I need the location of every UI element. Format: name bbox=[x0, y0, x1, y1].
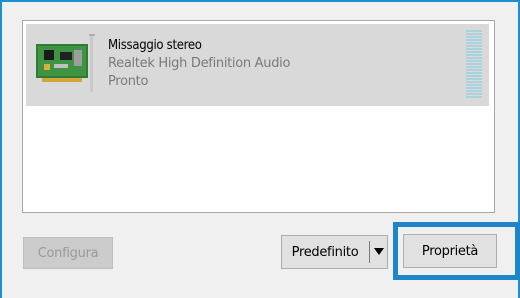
level-meter-segment bbox=[466, 69, 482, 71]
level-meter-segment bbox=[466, 75, 482, 77]
properties-button[interactable]: Proprietà bbox=[403, 234, 497, 268]
device-description: Realtek High Definition Audio bbox=[108, 56, 291, 71]
level-meter-segment bbox=[466, 33, 482, 35]
device-status: Pronto bbox=[108, 74, 149, 89]
device-list-item[interactable]: Missaggio stereo Realtek High Definition… bbox=[26, 24, 489, 106]
level-meter-segment bbox=[466, 45, 482, 47]
level-meter-segment bbox=[466, 39, 482, 41]
device-name: Missaggio stereo bbox=[108, 38, 202, 53]
level-meter-segment bbox=[466, 42, 482, 44]
set-default-button[interactable]: Predefinito bbox=[282, 236, 368, 268]
level-meter-segment bbox=[466, 96, 482, 98]
level-meter-segment bbox=[466, 30, 482, 32]
level-meter-segment bbox=[466, 84, 482, 86]
dropdown-arrow-icon[interactable] bbox=[371, 236, 387, 268]
level-meter-segment bbox=[466, 36, 482, 38]
recording-device-list[interactable]: Missaggio stereo Realtek High Definition… bbox=[22, 20, 495, 213]
level-meter-segment bbox=[466, 63, 482, 65]
level-meter bbox=[464, 30, 484, 100]
level-meter-segment bbox=[466, 54, 482, 56]
level-meter-segment bbox=[466, 72, 482, 74]
sound-dialog-recording-tab: Missaggio stereo Realtek High Definition… bbox=[0, 0, 520, 298]
set-default-split-button[interactable]: Predefinito bbox=[281, 235, 388, 269]
level-meter-segment bbox=[466, 81, 482, 83]
level-meter-segment bbox=[466, 66, 482, 68]
level-meter-segment bbox=[466, 93, 482, 95]
level-meter-segment bbox=[466, 87, 482, 89]
sound-card-icon bbox=[34, 30, 100, 94]
level-meter-segment bbox=[466, 78, 482, 80]
level-meter-segment bbox=[466, 60, 482, 62]
level-meter-segment bbox=[466, 57, 482, 59]
level-meter-segment bbox=[466, 90, 482, 92]
configure-button[interactable]: Configura bbox=[23, 237, 113, 269]
level-meter-segment bbox=[466, 51, 482, 53]
level-meter-segment bbox=[466, 48, 482, 50]
split-divider bbox=[369, 241, 370, 263]
